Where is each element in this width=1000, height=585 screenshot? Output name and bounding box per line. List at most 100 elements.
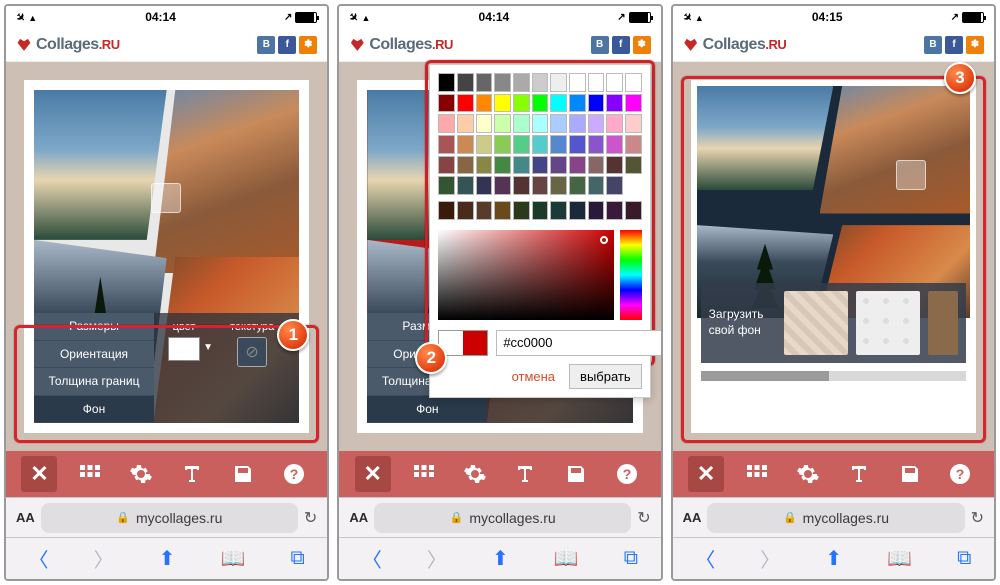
back-button[interactable]: 〈	[29, 544, 49, 573]
color-swatch[interactable]	[588, 114, 605, 133]
color-swatch[interactable]	[513, 94, 530, 113]
color-swatch[interactable]	[494, 73, 511, 92]
edit-handle-icon[interactable]	[151, 183, 181, 213]
menu-background[interactable]: Фон	[34, 396, 154, 424]
color-swatch[interactable]	[457, 114, 474, 133]
color-swatch[interactable]	[457, 94, 474, 113]
color-swatch[interactable]	[438, 73, 455, 92]
color-swatch[interactable]	[588, 94, 605, 113]
color-swatch[interactable]	[513, 114, 530, 133]
color-swatch[interactable]	[476, 114, 493, 133]
logo[interactable]: Collages.RU	[349, 36, 453, 54]
color-swatch[interactable]	[532, 73, 549, 92]
color-swatch[interactable]	[550, 73, 567, 92]
menu-sizes[interactable]: Размеры	[34, 313, 154, 341]
color-picker-button[interactable]: ▼	[168, 337, 200, 361]
color-swatch[interactable]	[457, 201, 474, 220]
color-swatch[interactable]	[550, 94, 567, 113]
color-swatch[interactable]	[588, 176, 605, 195]
collage-canvas[interactable]: Размеры Ориентация Толщина границ Фон цв…	[24, 80, 309, 433]
upload-bg-button[interactable]: Загрузить свой фон	[709, 307, 776, 338]
color-swatch[interactable]	[569, 114, 586, 133]
scrollbar-thumb[interactable]	[701, 371, 829, 381]
color-swatch[interactable]	[438, 135, 455, 154]
text-button[interactable]	[174, 456, 210, 492]
color-swatch[interactable]	[569, 135, 586, 154]
save-button[interactable]	[225, 456, 261, 492]
color-swatch[interactable]	[532, 94, 549, 113]
logo[interactable]: Collages.RU	[16, 36, 120, 54]
color-swatch[interactable]	[569, 156, 586, 175]
color-swatch[interactable]	[606, 94, 623, 113]
color-swatch[interactable]	[532, 176, 549, 195]
menu-border[interactable]: Толщина границ	[34, 368, 154, 396]
color-swatch[interactable]	[476, 176, 493, 195]
color-swatch[interactable]	[494, 114, 511, 133]
color-swatch[interactable]	[532, 156, 549, 175]
color-swatch[interactable]	[494, 201, 511, 220]
color-swatch[interactable]	[550, 114, 567, 133]
ok-icon[interactable]: ✽	[299, 36, 317, 54]
color-swatch[interactable]	[513, 201, 530, 220]
hex-input[interactable]	[496, 330, 662, 356]
bookmarks-button[interactable]: 📖	[220, 546, 245, 571]
color-swatch[interactable]	[532, 114, 549, 133]
color-swatch[interactable]	[550, 176, 567, 195]
color-swatch[interactable]	[606, 73, 623, 92]
color-swatch[interactable]	[606, 135, 623, 154]
menu-orientation[interactable]: Ориентация	[34, 341, 154, 369]
texture-thumb[interactable]	[856, 291, 920, 355]
color-swatch[interactable]	[550, 135, 567, 154]
color-swatch[interactable]	[569, 201, 586, 220]
color-swatch[interactable]	[550, 156, 567, 175]
color-swatch[interactable]	[494, 176, 511, 195]
color-swatch[interactable]	[513, 156, 530, 175]
color-swatch[interactable]	[588, 73, 605, 92]
color-swatch[interactable]	[588, 156, 605, 175]
color-swatch[interactable]	[438, 176, 455, 195]
color-swatch[interactable]	[476, 73, 493, 92]
text-size-button[interactable]: AA	[16, 510, 35, 525]
color-swatch[interactable]	[606, 156, 623, 175]
vk-icon[interactable]: B	[257, 36, 275, 54]
reload-icon[interactable]: ↻	[304, 508, 317, 528]
color-swatch[interactable]	[625, 156, 642, 175]
cancel-button[interactable]: отмена	[512, 369, 555, 384]
tabs-button[interactable]: ⧉	[290, 547, 304, 570]
color-swatch[interactable]	[532, 201, 549, 220]
color-swatch[interactable]	[588, 135, 605, 154]
color-swatch[interactable]	[494, 156, 511, 175]
color-swatch[interactable]	[476, 156, 493, 175]
color-swatch[interactable]	[457, 73, 474, 92]
color-swatch[interactable]	[457, 135, 474, 154]
color-swatch[interactable]	[606, 176, 623, 195]
fb-icon[interactable]: f	[278, 36, 296, 54]
color-swatch[interactable]	[606, 114, 623, 133]
address-bar[interactable]: 🔒mycollages.ru	[41, 503, 298, 533]
color-swatch[interactable]	[438, 156, 455, 175]
color-swatch[interactable]	[569, 73, 586, 92]
color-swatch[interactable]	[457, 176, 474, 195]
color-swatch[interactable]	[513, 135, 530, 154]
color-swatch[interactable]	[457, 156, 474, 175]
color-swatch[interactable]	[550, 201, 567, 220]
color-swatch[interactable]	[476, 94, 493, 113]
color-swatch[interactable]	[438, 114, 455, 133]
grid-button[interactable]	[72, 456, 108, 492]
color-swatch[interactable]	[606, 201, 623, 220]
share-button[interactable]: ⬆︎	[159, 546, 176, 571]
color-swatch[interactable]	[625, 114, 642, 133]
hue-slider[interactable]	[620, 230, 642, 320]
close-button[interactable]: ✕	[21, 456, 57, 492]
texture-thumb[interactable]	[928, 291, 958, 355]
texture-thumb[interactable]	[784, 291, 848, 355]
color-swatch[interactable]	[513, 176, 530, 195]
help-button[interactable]: ?	[276, 456, 312, 492]
color-swatch[interactable]	[625, 135, 642, 154]
color-swatch[interactable]	[625, 201, 642, 220]
color-swatch[interactable]	[476, 135, 493, 154]
color-swatch[interactable]	[513, 73, 530, 92]
color-swatch[interactable]	[476, 201, 493, 220]
color-swatch[interactable]	[588, 201, 605, 220]
color-swatch[interactable]	[494, 94, 511, 113]
